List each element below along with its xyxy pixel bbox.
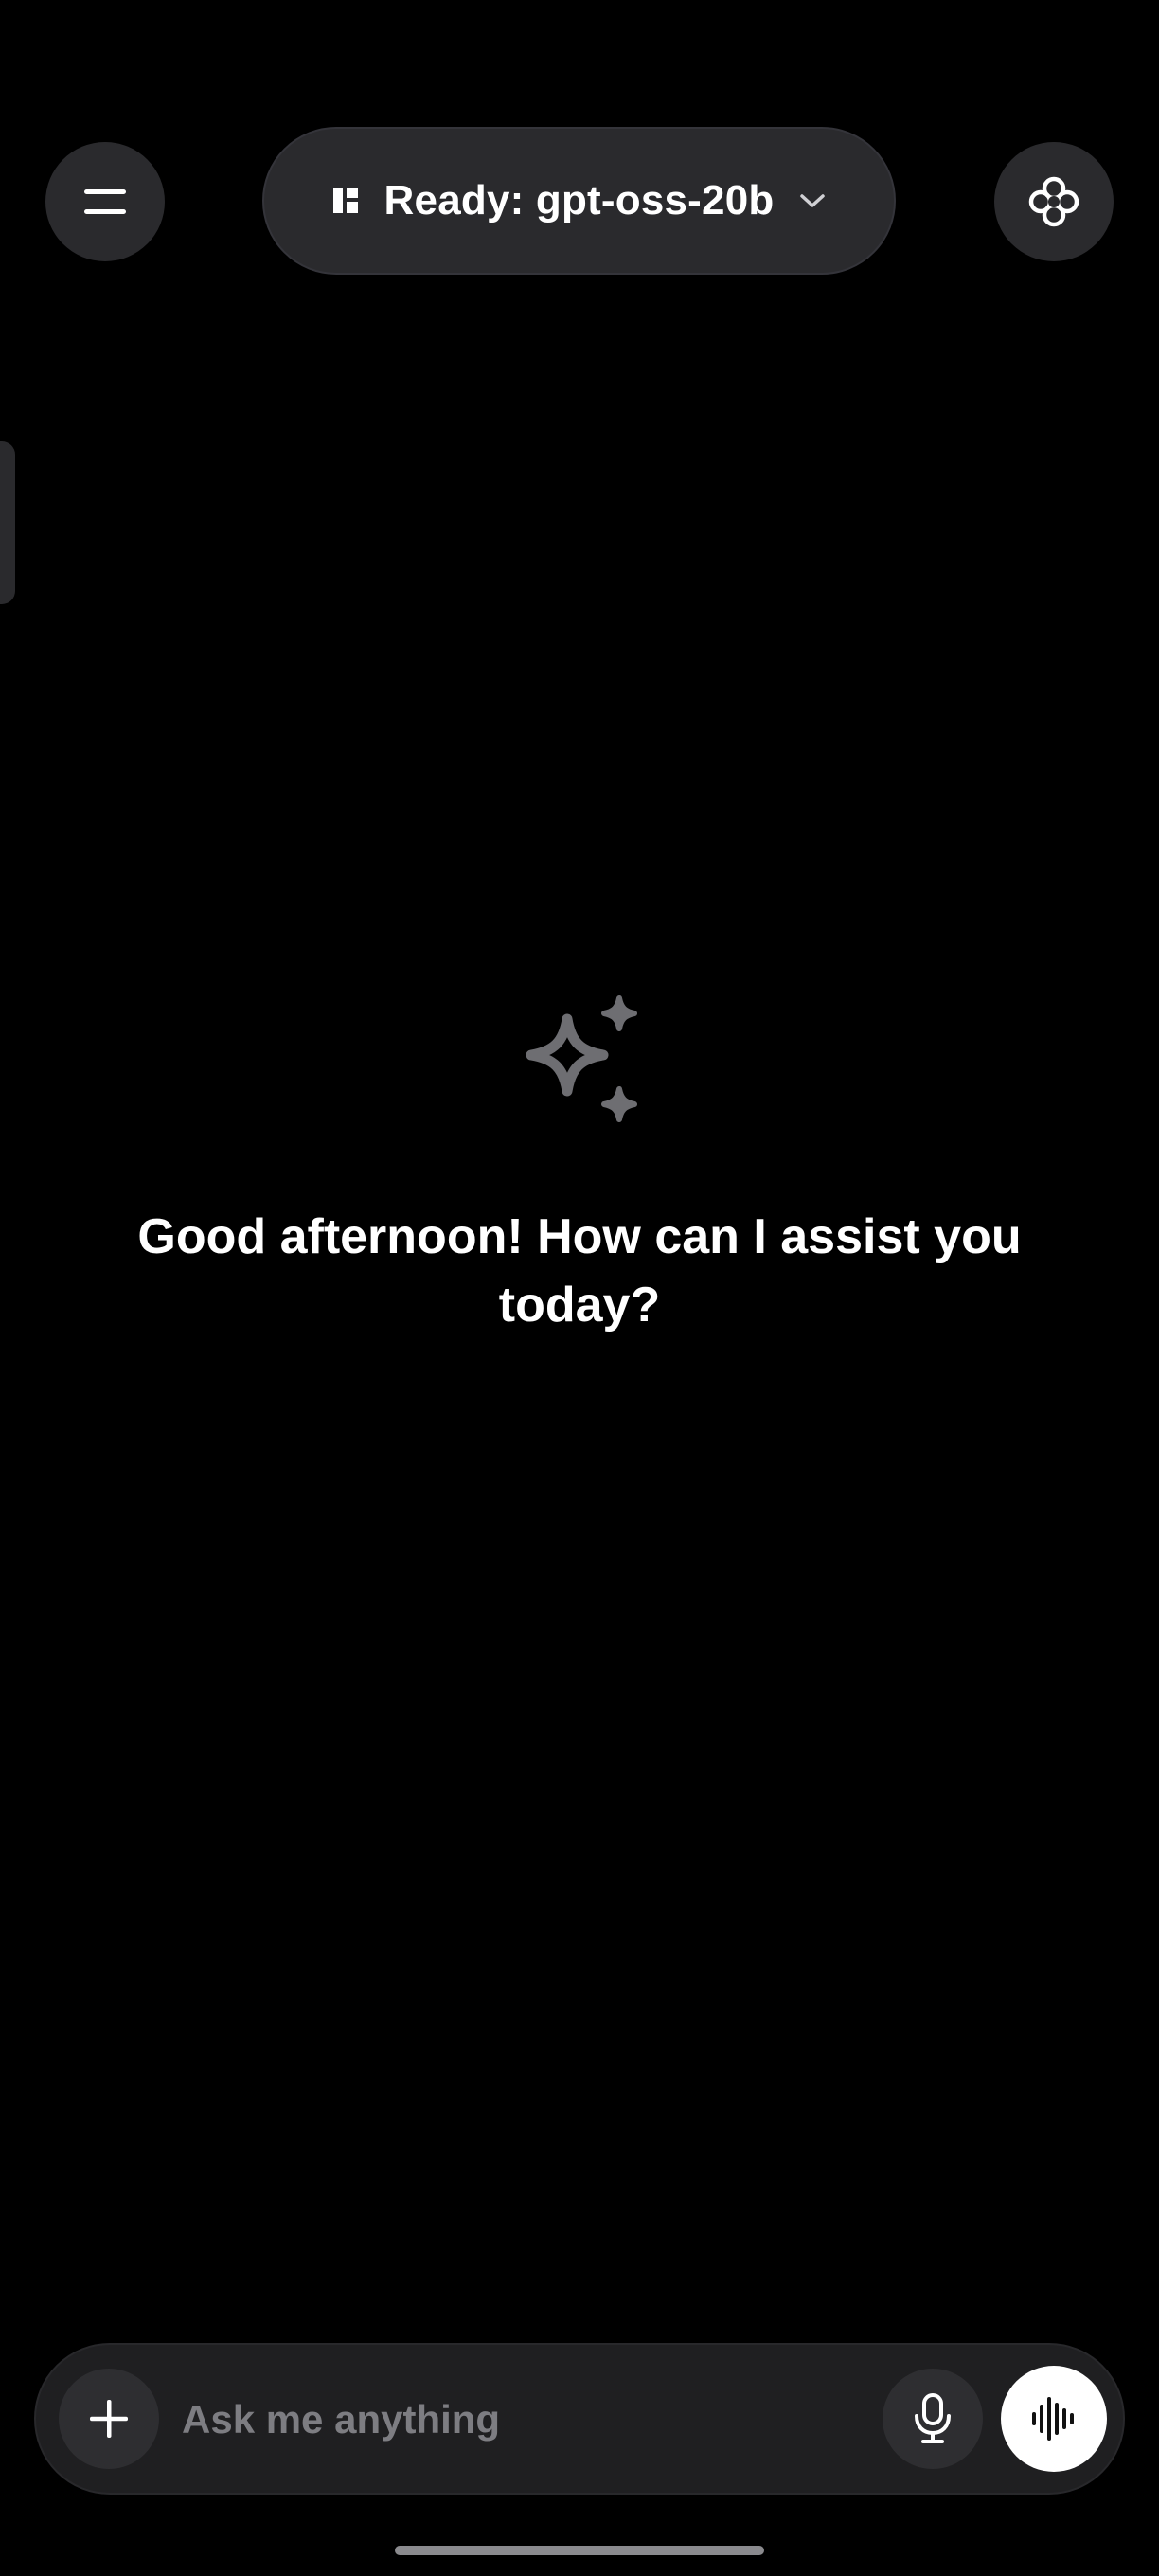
microphone-button[interactable] [883,2369,983,2469]
model-selector[interactable]: Ready: gpt-oss-20b [262,127,896,275]
brain-button[interactable] [994,142,1114,261]
model-status-icon [332,188,358,213]
welcome-section: Good afternoon! How can I assist you tod… [0,994,1159,1339]
voice-waveform-icon [1032,2397,1074,2441]
sparkles-icon [526,995,637,1122]
home-indicator[interactable] [395,2546,764,2555]
attach-button[interactable] [59,2369,159,2469]
plus-icon [90,2400,128,2438]
microphone-icon [915,2393,951,2443]
model-status-label: Ready: gpt-oss-20b [383,177,775,224]
message-composer [34,2343,1125,2495]
voice-mode-button[interactable] [1001,2366,1107,2472]
chevron-down-icon [800,194,826,207]
menu-button[interactable] [45,142,165,261]
side-drawer-handle[interactable] [0,441,15,604]
menu-icon [84,189,126,214]
greeting-text: Good afternoon! How can I assist you tod… [137,1209,1022,1333]
message-input[interactable] [180,2371,884,2468]
brain-icon [1028,176,1079,227]
